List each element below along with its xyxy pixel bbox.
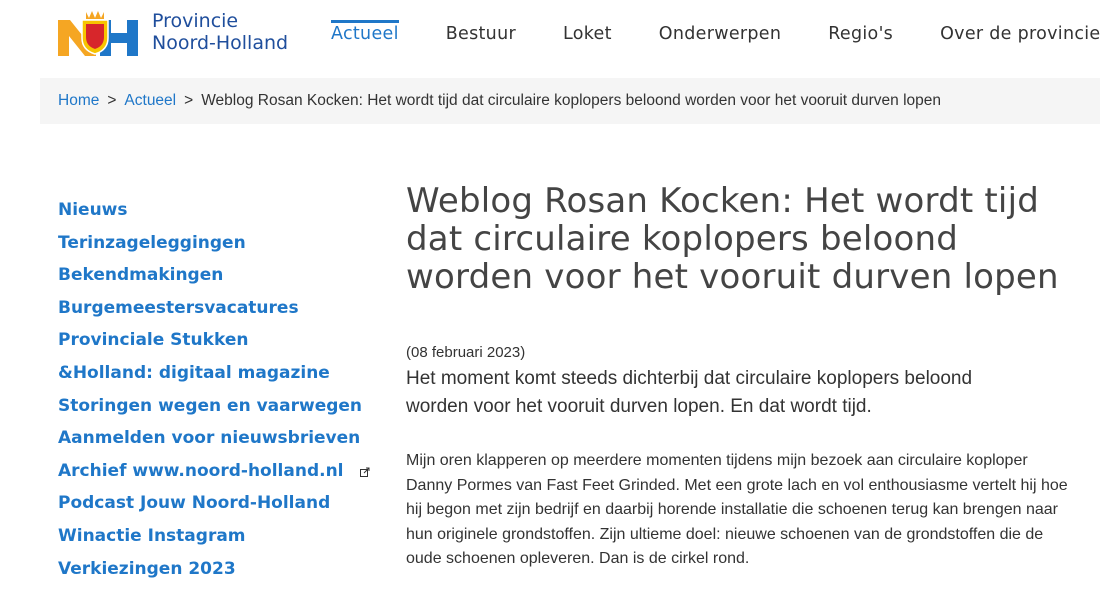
sidebar-item-aanmelden-voor-nieuwsbrieven[interactable]: Aanmelden voor nieuwsbrieven: [58, 425, 378, 458]
sidebar-item-verkiezingen-2023[interactable]: Verkiezingen 2023: [58, 556, 378, 589]
article-title: Weblog Rosan Kocken: Het wordt tijd dat …: [406, 181, 1059, 297]
nav-item-regios[interactable]: Regio's: [828, 24, 893, 44]
sidebar-navigation: Nieuws Terinzageleggingen Bekendmakingen…: [58, 197, 378, 588]
article-body: Mijn oren klapperen op meerdere momenten…: [406, 452, 1068, 567]
nav-item-onderwerpen[interactable]: Onderwerpen: [659, 24, 781, 44]
article-intro: Het moment komt steeds dichterbij dat ci…: [406, 368, 973, 417]
nav-item-loket[interactable]: Loket: [563, 24, 612, 44]
brand-name-line2: Noord-Holland: [152, 32, 289, 54]
breadcrumb-current-page: Weblog Rosan Kocken: Het wordt tijd dat …: [201, 92, 942, 109]
site-logo[interactable]: Provincie Noord-Holland: [56, 4, 316, 60]
main-navigation: Actueel Bestuur Loket Onderwerpen Regio'…: [331, 20, 1100, 44]
sidebar-item-nieuws[interactable]: Nieuws: [58, 197, 378, 230]
sidebar-item-provinciale-stukken[interactable]: Provinciale Stukken: [58, 327, 378, 360]
site-header: Provincie Noord-Holland Actueel Bestuur …: [0, 0, 1100, 78]
breadcrumb-separator: >: [107, 92, 117, 109]
breadcrumb-actueel-link[interactable]: Actueel: [124, 92, 176, 110]
nav-item-bestuur[interactable]: Bestuur: [446, 24, 516, 44]
breadcrumb: Home > Actueel > Weblog Rosan Kocken: He…: [40, 78, 1100, 124]
brand-name: Provincie Noord-Holland: [152, 10, 288, 54]
sidebar-item-archief-label: Archief www.noord-holland.nl: [58, 460, 344, 481]
breadcrumb-separator: >: [184, 92, 194, 109]
nh-logo-mark-icon: [56, 6, 146, 58]
sidebar-item-archief[interactable]: Archief www.noord-holland.nl: [58, 458, 378, 491]
breadcrumb-home-link[interactable]: Home: [58, 92, 99, 110]
sidebar-item-burgemeestersvacatures[interactable]: Burgemeestersvacatures: [58, 295, 378, 328]
sidebar-item-bekendmakingen[interactable]: Bekendmakingen: [58, 262, 378, 295]
nav-item-over-de-provincie[interactable]: Over de provincie: [940, 24, 1100, 44]
sidebar-item-storingen-wegen-en-vaarwegen[interactable]: Storingen wegen en vaarwegen: [58, 393, 378, 426]
brand-name-line1: Provincie: [152, 10, 239, 32]
article-date: (08 februari 2023): [406, 344, 526, 361]
sidebar-item-podcast-jouw-noord-holland[interactable]: Podcast Jouw Noord-Holland: [58, 490, 378, 523]
external-link-icon: [360, 467, 370, 477]
sidebar-item-terinzageleggingen[interactable]: Terinzageleggingen: [58, 230, 378, 263]
sidebar-item-winactie-instagram[interactable]: Winactie Instagram: [58, 523, 378, 556]
article: Weblog Rosan Kocken: Het wordt tijd dat …: [406, 182, 1086, 572]
nav-item-actueel[interactable]: Actueel: [331, 20, 399, 44]
sidebar-item-holland-digitaal-magazine[interactable]: &Holland: digitaal magazine: [58, 360, 378, 393]
